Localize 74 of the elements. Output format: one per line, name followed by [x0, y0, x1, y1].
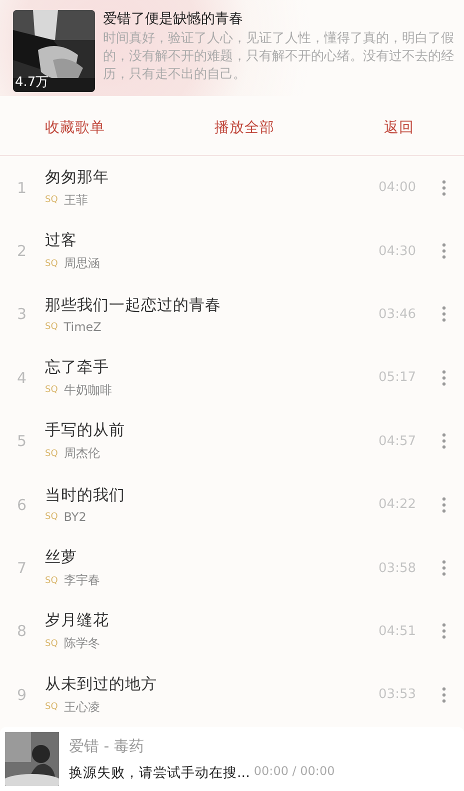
quality-tag: SQ: [45, 448, 58, 459]
duration: 03:53: [378, 687, 416, 702]
track-number: 9: [17, 686, 28, 704]
track-number: 6: [17, 496, 28, 514]
duration: 03:46: [378, 306, 416, 322]
song-row[interactable]: 9 从未到过的地方 SQ 王心凌 03:53: [0, 663, 464, 727]
song-row[interactable]: 1 匆匆那年 SQ 王菲 04:00: [0, 156, 464, 220]
more-icon[interactable]: [442, 560, 446, 576]
more-icon[interactable]: [442, 306, 446, 322]
track-number: 3: [17, 305, 28, 324]
song-row[interactable]: 3 那些我们一起恋过的青春 SQ TimeZ 03:46: [0, 282, 464, 346]
more-icon[interactable]: [442, 496, 446, 513]
quality-tag: SQ: [45, 385, 58, 396]
more-icon[interactable]: [442, 180, 446, 196]
track-title: 爱错 - 毒药: [69, 736, 145, 756]
duration: 03:58: [378, 560, 416, 576]
playlist-cover[interactable]: 4.7万: [13, 10, 95, 92]
quality-tag: SQ: [45, 702, 58, 712]
track-number: 5: [17, 432, 28, 450]
quality-tag: SQ: [45, 322, 58, 332]
song-row[interactable]: 8 岁月缝花 SQ 陈学冬 04:51: [0, 600, 464, 664]
duration: 04:00: [378, 180, 416, 196]
song-row[interactable]: 4 忘了牵手 SQ 牛奶咖啡 05:17: [0, 346, 464, 410]
artist-name: 周杰伦: [64, 445, 100, 462]
artist-name: 王心凌: [64, 698, 100, 716]
artist-name: 牛奶咖啡: [64, 382, 112, 399]
song-title: 当时的我们: [45, 485, 126, 506]
song-title: 手写的从前: [45, 420, 126, 442]
more-icon[interactable]: [442, 243, 446, 260]
player-bar[interactable]: 爱错 - 毒药 换源失败，请尝试手动在搜... 00:00 / 00:00: [0, 727, 464, 791]
quality-tag: SQ: [45, 195, 58, 206]
track-number: 7: [17, 559, 28, 578]
action-button[interactable]: 收藏歌单: [45, 116, 105, 138]
song-title: 丝萝: [45, 547, 78, 568]
playlist-title: 爱错了便是缺憾的青春: [103, 10, 244, 29]
track-number: 1: [17, 178, 28, 197]
artist-name: 周思涵: [64, 255, 100, 272]
song-row[interactable]: 5 手写的从前 SQ 周杰伦 04:57: [0, 410, 464, 473]
song-row[interactable]: 2 过客 SQ 周思涵 04:30: [0, 219, 464, 283]
duration: 04:22: [378, 497, 416, 512]
song-title: 从未到过的地方: [45, 674, 158, 695]
play-count: 4.7万: [15, 74, 49, 91]
quality-tag: SQ: [45, 258, 58, 269]
duration: 05:17: [378, 370, 416, 386]
artist-name: TimeZ: [64, 320, 102, 334]
artist-name: BY2: [64, 510, 86, 524]
duration: 04:30: [378, 244, 416, 259]
song-title: 岁月缝花: [45, 610, 110, 632]
track-number: 4: [17, 368, 28, 387]
duration: 04:51: [378, 624, 416, 639]
action-button[interactable]: 播放全部: [214, 116, 274, 138]
more-icon[interactable]: [442, 370, 446, 386]
artist-name: 陈学冬: [64, 635, 100, 652]
action-button[interactable]: 返回: [384, 116, 414, 138]
playback-time: 00:00 / 00:00: [254, 764, 335, 780]
track-number: 8: [17, 622, 28, 640]
more-icon[interactable]: [442, 623, 446, 640]
status-message: 换源失败，请尝试手动在搜...: [69, 764, 250, 782]
song-row[interactable]: 6 当时的我们 SQ BY2 04:22: [0, 472, 464, 536]
quality-tag: SQ: [45, 576, 58, 586]
quality-tag: SQ: [45, 512, 58, 522]
quality-tag: SQ: [45, 638, 58, 649]
playlist-description: 时间真好，验证了人心，见证了人性，懂得了真的，明白了假的，没有解不开的难题，只有解不开的心绪。没有过不去的经历，只有走不出的自己。: [103, 30, 455, 84]
more-icon[interactable]: [442, 686, 446, 703]
song-title: 那些我们一起恋过的青春: [45, 294, 222, 316]
artist-name: 王菲: [64, 192, 88, 209]
more-icon[interactable]: [442, 433, 446, 450]
artist-name: 李宇春: [64, 572, 100, 590]
song-title: 忘了牵手: [45, 356, 110, 378]
duration: 04:57: [378, 434, 416, 449]
track-number: 2: [17, 242, 28, 260]
song-row[interactable]: 7 丝萝 SQ 李宇春 03:58: [0, 536, 464, 600]
song-title: 匆匆那年: [45, 166, 110, 188]
song-title: 过客: [45, 230, 78, 252]
